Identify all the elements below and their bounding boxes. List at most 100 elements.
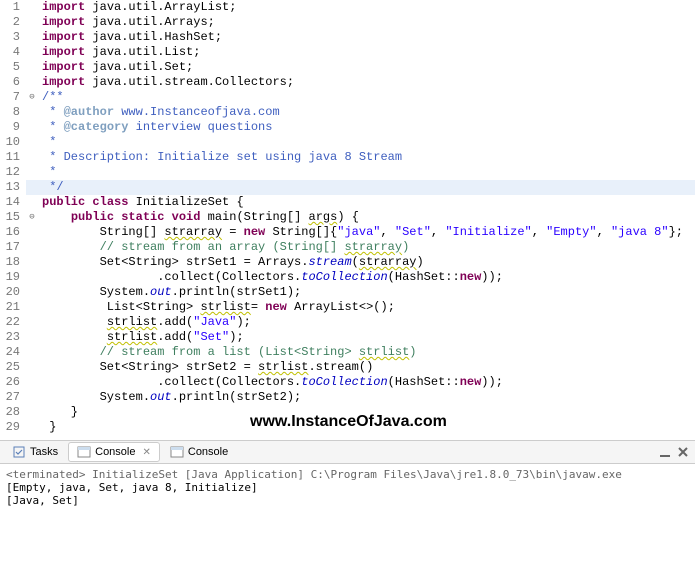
code-line[interactable]: 21 List<String> strlist= new ArrayList<>… bbox=[0, 300, 695, 315]
fold-icon bbox=[26, 45, 38, 60]
code-line[interactable]: 10 * bbox=[0, 135, 695, 150]
line-number: 28 bbox=[0, 405, 26, 420]
code-line[interactable]: 4 import java.util.List; bbox=[0, 45, 695, 60]
fold-icon[interactable]: ⊖ bbox=[26, 210, 38, 225]
console-line: [Java, Set] bbox=[6, 494, 689, 507]
code-content[interactable]: .collect(Collectors.toCollection(HashSet… bbox=[38, 270, 695, 285]
code-line[interactable]: 22 strlist.add("Java"); bbox=[0, 315, 695, 330]
code-line[interactable]: 18 Set<String> strSet1 = Arrays.stream(s… bbox=[0, 255, 695, 270]
code-line[interactable]: 20 System.out.println(strSet1); bbox=[0, 285, 695, 300]
code-line[interactable]: 19 .collect(Collectors.toCollection(Hash… bbox=[0, 270, 695, 285]
tab-console-2[interactable]: Console bbox=[162, 443, 236, 461]
code-line[interactable]: 24 // stream from a list (List<String> s… bbox=[0, 345, 695, 360]
code-line[interactable]: 27 System.out.println(strSet2); bbox=[0, 390, 695, 405]
fold-icon bbox=[26, 315, 38, 330]
code-content[interactable]: strlist.add("Java"); bbox=[38, 315, 695, 330]
line-number: 25 bbox=[0, 360, 26, 375]
line-number: 15 bbox=[0, 210, 26, 225]
code-content[interactable]: import java.util.stream.Collectors; bbox=[38, 75, 695, 90]
code-content[interactable]: public class InitializeSet { bbox=[38, 195, 695, 210]
code-content[interactable]: /** bbox=[38, 90, 695, 105]
console-line: [Empty, java, Set, java 8, Initialize] bbox=[6, 481, 689, 494]
tab-console-label: Console bbox=[95, 446, 135, 458]
code-line[interactable]: 6import java.util.stream.Collectors; bbox=[0, 75, 695, 90]
code-line[interactable]: 5import java.util.Set; bbox=[0, 60, 695, 75]
code-line[interactable]: 15⊖ public static void main(String[] arg… bbox=[0, 210, 695, 225]
line-number: 13 bbox=[0, 180, 26, 195]
code-line[interactable]: 25 Set<String> strSet2 = strlist.stream(… bbox=[0, 360, 695, 375]
code-line[interactable]: 16 String[] strarray = new String[]{"jav… bbox=[0, 225, 695, 240]
line-number: 22 bbox=[0, 315, 26, 330]
fold-icon bbox=[26, 255, 38, 270]
fold-icon[interactable]: ⊖ bbox=[26, 90, 38, 105]
code-content[interactable]: System.out.println(strSet1); bbox=[38, 285, 695, 300]
fold-icon bbox=[26, 390, 38, 405]
code-content[interactable]: Set<String> strSet1 = Arrays.stream(stra… bbox=[38, 255, 695, 270]
code-line[interactable]: 3import java.util.HashSet; bbox=[0, 30, 695, 45]
code-line[interactable]: 26 .collect(Collectors.toCollection(Hash… bbox=[0, 375, 695, 390]
fold-icon bbox=[26, 150, 38, 165]
code-content[interactable]: */ bbox=[38, 180, 695, 195]
code-line[interactable]: 7⊖/** bbox=[0, 90, 695, 105]
code-line[interactable]: 11 * Description: Initialize set using j… bbox=[0, 150, 695, 165]
code-content[interactable]: List<String> strlist= new ArrayList<>(); bbox=[38, 300, 695, 315]
line-number: 4 bbox=[0, 45, 26, 60]
line-number: 18 bbox=[0, 255, 26, 270]
code-content[interactable]: * bbox=[38, 165, 695, 180]
code-content[interactable]: import java.util.Set; bbox=[38, 60, 695, 75]
code-line[interactable]: 2import java.util.Arrays; bbox=[0, 15, 695, 30]
minimize-icon[interactable] bbox=[657, 444, 673, 460]
fold-icon bbox=[26, 120, 38, 135]
console-status: <terminated> InitializeSet [Java Applica… bbox=[6, 468, 689, 481]
code-content[interactable]: * bbox=[38, 135, 695, 150]
console-icon bbox=[170, 445, 184, 459]
line-number: 12 bbox=[0, 165, 26, 180]
code-line[interactable]: 1 import java.util.ArrayList; bbox=[0, 0, 695, 15]
fold-icon bbox=[26, 225, 38, 240]
code-content[interactable]: * @category interview questions bbox=[38, 120, 695, 135]
code-content[interactable]: .collect(Collectors.toCollection(HashSet… bbox=[38, 375, 695, 390]
code-content[interactable]: Set<String> strSet2 = strlist.stream() bbox=[38, 360, 695, 375]
code-content[interactable]: // stream from a list (List<String> strl… bbox=[38, 345, 695, 360]
line-number: 14 bbox=[0, 195, 26, 210]
fold-icon bbox=[26, 345, 38, 360]
code-content[interactable]: * @author www.Instanceofjava.com bbox=[38, 105, 695, 120]
tab-console2-label: Console bbox=[188, 446, 228, 458]
code-content[interactable]: strlist.add("Set"); bbox=[38, 330, 695, 345]
code-line[interactable]: 14 public class InitializeSet { bbox=[0, 195, 695, 210]
close-icon[interactable]: ✕ bbox=[142, 447, 150, 458]
console-output[interactable]: <terminated> InitializeSet [Java Applica… bbox=[0, 464, 695, 511]
code-content[interactable]: import java.util.ArrayList; bbox=[38, 0, 695, 15]
code-editor[interactable]: 1 import java.util.ArrayList;2import java… bbox=[0, 0, 695, 440]
tab-tasks[interactable]: Tasks bbox=[4, 443, 66, 461]
code-line[interactable]: 17 // stream from an array (String[] str… bbox=[0, 240, 695, 255]
console-icon bbox=[77, 445, 91, 459]
line-number: 19 bbox=[0, 270, 26, 285]
code-line[interactable]: 13 */ bbox=[0, 180, 695, 195]
fold-icon bbox=[26, 405, 38, 420]
line-number: 26 bbox=[0, 375, 26, 390]
fold-icon bbox=[26, 330, 38, 345]
close-panel-icon[interactable] bbox=[675, 444, 691, 460]
code-line[interactable]: 12 * bbox=[0, 165, 695, 180]
code-content[interactable]: import java.util.HashSet; bbox=[38, 30, 695, 45]
fold-icon bbox=[26, 375, 38, 390]
code-line[interactable]: 9 * @category interview questions bbox=[0, 120, 695, 135]
line-number: 11 bbox=[0, 150, 26, 165]
line-number: 7 bbox=[0, 90, 26, 105]
code-content[interactable]: * Description: Initialize set using java… bbox=[38, 150, 695, 165]
code-content[interactable]: String[] strarray = new String[]{"java",… bbox=[38, 225, 695, 240]
code-line[interactable]: 8 * @author www.Instanceofjava.com bbox=[0, 105, 695, 120]
line-number: 29 bbox=[0, 420, 26, 435]
code-content[interactable]: import java.util.List; bbox=[38, 45, 695, 60]
code-line[interactable]: 23 strlist.add("Set"); bbox=[0, 330, 695, 345]
code-content[interactable]: public static void main(String[] args) { bbox=[38, 210, 695, 225]
code-content[interactable]: // stream from an array (String[] strarr… bbox=[38, 240, 695, 255]
line-number: 21 bbox=[0, 300, 26, 315]
fold-icon bbox=[26, 270, 38, 285]
code-content[interactable]: import java.util.Arrays; bbox=[38, 15, 695, 30]
fold-icon bbox=[26, 420, 38, 435]
line-number: 1 bbox=[0, 0, 26, 15]
tab-console-active[interactable]: Console ✕ bbox=[68, 442, 160, 462]
code-content[interactable]: System.out.println(strSet2); bbox=[38, 390, 695, 405]
